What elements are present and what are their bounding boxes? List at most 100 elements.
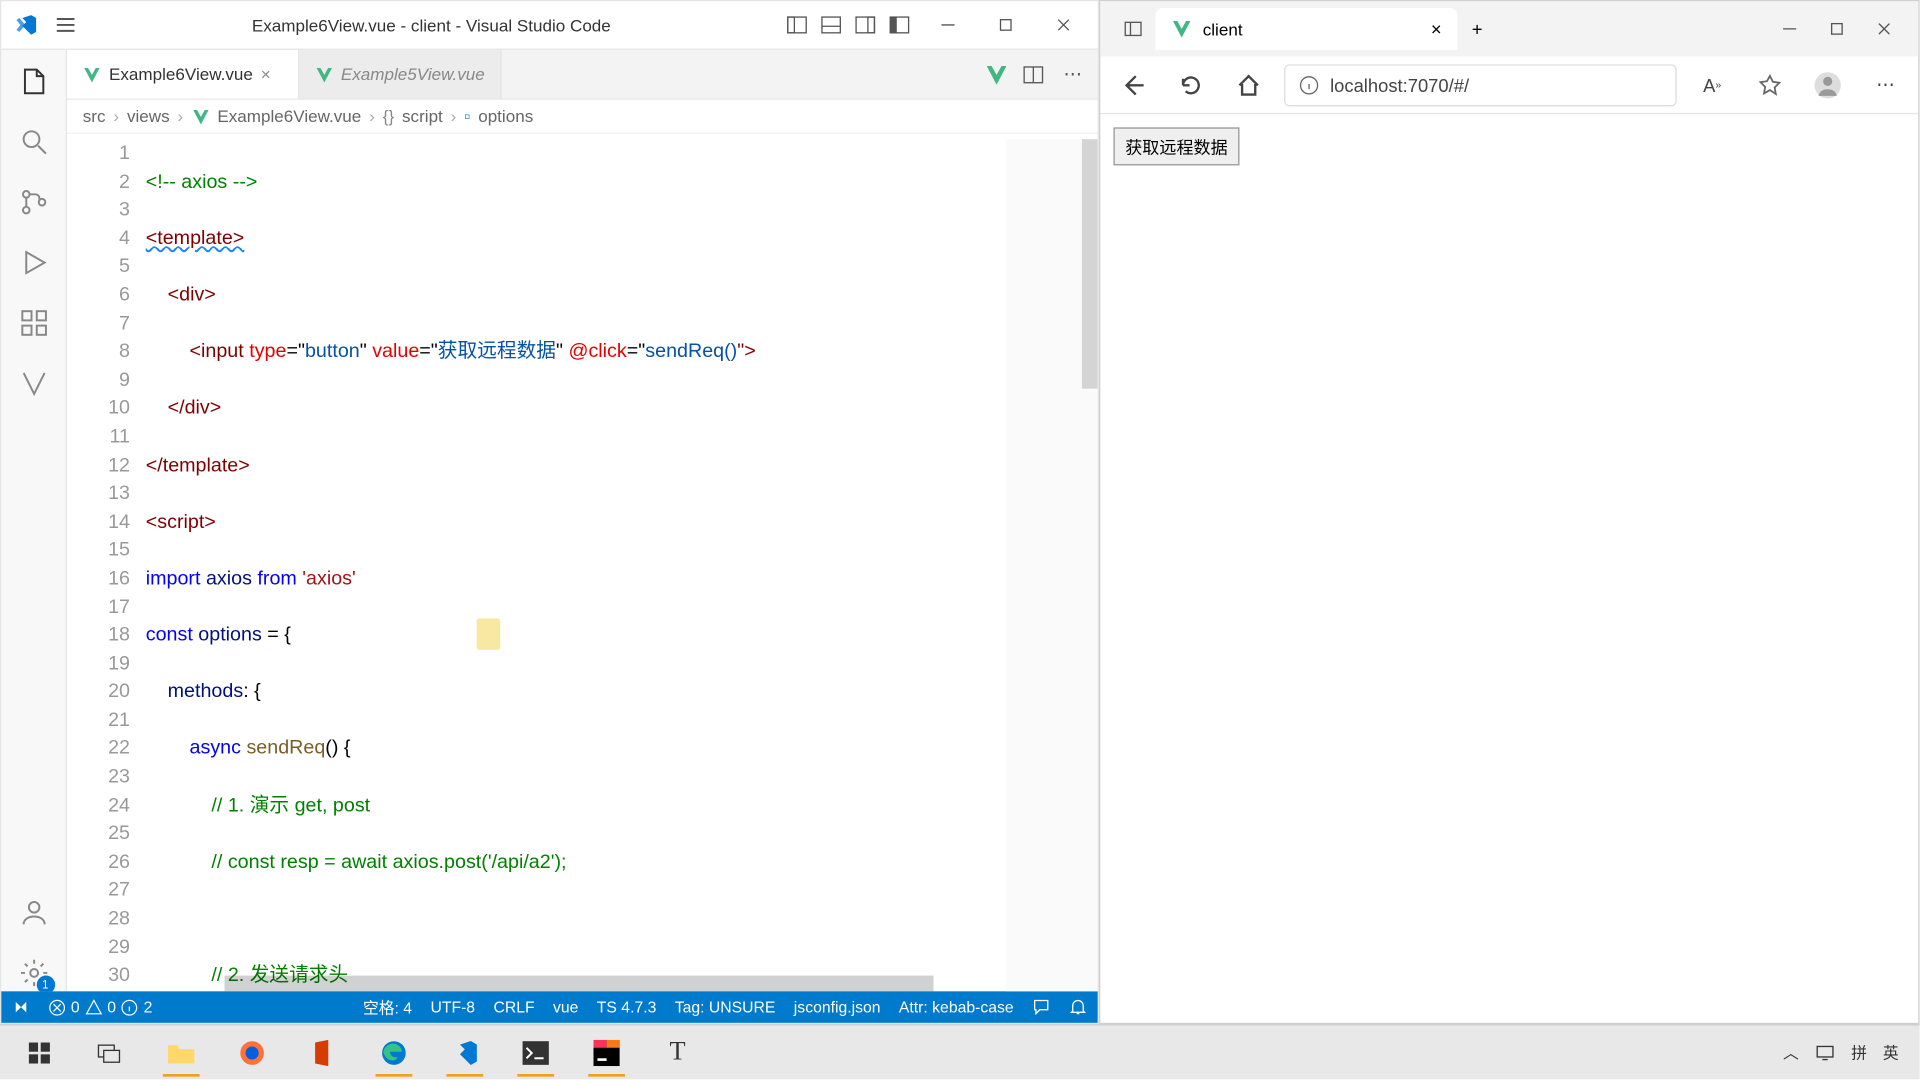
tray-chevron-icon[interactable]: ︿ — [1783, 1041, 1799, 1063]
browser-maximize-button[interactable] — [1813, 11, 1860, 48]
chevron-right-icon: › — [113, 106, 119, 126]
url-text: localhost:7070/#/ — [1330, 74, 1469, 95]
browser-toolbar: localhost:7070/#/ A» ⋯ — [1100, 56, 1918, 114]
text-icon[interactable]: T — [646, 1029, 709, 1076]
firefox-icon[interactable] — [221, 1029, 284, 1076]
more-icon[interactable]: ⋯ — [1863, 62, 1908, 107]
vscode-logo-icon — [12, 11, 41, 40]
source-control-icon[interactable] — [15, 184, 52, 221]
browser-close-button[interactable] — [1861, 11, 1908, 48]
extensions-icon[interactable] — [15, 305, 52, 342]
system-tray[interactable]: ︿ 拼 英 — [1783, 1041, 1912, 1063]
account-icon[interactable] — [15, 894, 52, 931]
tab-label: Example5View.vue — [341, 64, 485, 84]
layout-right-icon[interactable] — [851, 11, 880, 40]
read-aloud-icon[interactable]: A» — [1690, 62, 1735, 107]
code-l6: </template> — [146, 454, 250, 476]
layout-panel-icon[interactable] — [885, 11, 914, 40]
tab-example6[interactable]: Example6View.vue × — [67, 50, 299, 99]
menu-icon[interactable] — [51, 11, 80, 40]
crumb-options[interactable]: options — [478, 106, 533, 126]
tab-close-icon[interactable]: × — [1431, 18, 1442, 39]
favorite-icon[interactable] — [1748, 62, 1793, 107]
tab-close-icon[interactable]: × — [261, 64, 282, 85]
minimap-slider[interactable] — [1082, 139, 1098, 388]
code-l1: <!-- axios --> — [146, 170, 258, 192]
status-attr[interactable]: Attr: kebab-case — [899, 998, 1014, 1016]
status-bar: 0 0 2 空格: 4 UTF-8 CRLF vue TS 4.7.3 Tag:… — [1, 991, 1097, 1023]
edge-icon[interactable] — [362, 1029, 425, 1076]
volar-icon[interactable] — [15, 365, 52, 402]
ime-lang[interactable]: 英 — [1883, 1041, 1899, 1063]
vscode-taskbar-icon[interactable] — [433, 1029, 496, 1076]
crumb-file[interactable]: Example6View.vue — [217, 106, 361, 126]
more-icon[interactable]: ⋯ — [1058, 60, 1087, 89]
new-tab-button[interactable]: + — [1457, 9, 1496, 48]
status-jsconfig[interactable]: jsconfig.json — [794, 998, 881, 1016]
code-content[interactable]: <!-- axios --> <template> <div> <input t… — [146, 134, 1098, 991]
layout-bottom-icon[interactable] — [817, 11, 846, 40]
editor[interactable]: 1234567891011121314151617181920212223242… — [67, 134, 1098, 991]
site-info-icon[interactable] — [1299, 74, 1320, 95]
home-button[interactable] — [1226, 62, 1271, 107]
crumb-script[interactable]: script — [402, 106, 443, 126]
back-button[interactable] — [1111, 62, 1156, 107]
vscode-title: Example6View.vue - client - Visual Studi… — [91, 15, 772, 35]
explorer-icon[interactable] — [15, 63, 52, 100]
browser-window: client × + localhost:7070/#/ A» ⋯ 获取远程数据 — [1099, 0, 1920, 1024]
maximize-button[interactable] — [982, 7, 1029, 44]
tab-label: Example6View.vue — [109, 64, 253, 84]
terminal-icon[interactable] — [504, 1029, 567, 1076]
layout-left-icon[interactable] — [783, 11, 812, 40]
breadcrumb[interactable]: src › views › Example6View.vue › {} scri… — [67, 100, 1098, 134]
split-editor-icon[interactable] — [1019, 60, 1048, 89]
feedback-icon[interactable] — [1032, 998, 1050, 1016]
network-icon[interactable] — [1815, 1043, 1836, 1061]
status-ts[interactable]: TS 4.7.3 — [597, 998, 657, 1016]
problems[interactable]: 0 0 2 — [49, 998, 153, 1016]
profile-icon[interactable] — [1805, 62, 1850, 107]
tab-actions-icon[interactable] — [1111, 7, 1156, 52]
editor-tabs: Example6View.vue × Example5View.vue ⋯ — [67, 50, 1098, 100]
intellij-icon[interactable] — [575, 1029, 638, 1076]
code-l7: <script> — [146, 510, 216, 532]
task-view-icon[interactable] — [79, 1029, 142, 1076]
code-l3: <div> — [168, 284, 216, 306]
ime-indicator[interactable]: 拼 — [1851, 1041, 1867, 1063]
code-l5: </div> — [168, 397, 222, 419]
tab-example5[interactable]: Example5View.vue — [299, 50, 502, 99]
vue-indicator-icon — [985, 62, 1009, 86]
status-eol[interactable]: CRLF — [493, 998, 534, 1016]
bell-icon[interactable] — [1069, 998, 1087, 1016]
office-icon[interactable] — [291, 1029, 354, 1076]
settings-icon[interactable]: 1 — [15, 955, 52, 992]
status-tag[interactable]: Tag: UNSURE — [675, 998, 776, 1016]
refresh-button[interactable] — [1169, 62, 1214, 107]
horizontal-scrollbar[interactable] — [225, 976, 934, 992]
crumb-src[interactable]: src — [83, 106, 106, 126]
start-button[interactable] — [8, 1029, 71, 1076]
browser-content: 获取远程数据 — [1100, 114, 1918, 1023]
browser-tabstrip: client × + — [1100, 1, 1918, 56]
taskbar: T ︿ 拼 英 — [0, 1024, 1920, 1079]
browser-minimize-button[interactable] — [1766, 11, 1813, 48]
status-encoding[interactable]: UTF-8 — [430, 998, 475, 1016]
code-l2: <template> — [146, 227, 245, 249]
minimap[interactable] — [1006, 139, 1098, 991]
status-lang[interactable]: vue — [553, 998, 578, 1016]
minimize-button[interactable] — [924, 7, 971, 44]
crumb-views[interactable]: views — [127, 106, 170, 126]
status-spaces[interactable]: 空格: 4 — [363, 996, 412, 1018]
variable-icon: ▫ — [464, 106, 470, 126]
search-icon[interactable] — [15, 123, 52, 160]
address-bar[interactable]: localhost:7070/#/ — [1284, 64, 1677, 106]
browser-tab[interactable]: client × — [1155, 8, 1457, 50]
remote-icon[interactable] — [12, 998, 30, 1016]
settings-badge: 1 — [36, 976, 54, 992]
debug-icon[interactable] — [15, 244, 52, 281]
file-explorer-icon[interactable] — [150, 1029, 213, 1076]
vscode-window: Example6View.vue - client - Visual Studi… — [0, 0, 1099, 1024]
fetch-remote-button[interactable]: 获取远程数据 — [1113, 127, 1239, 165]
vscode-titlebar: Example6View.vue - client - Visual Studi… — [1, 1, 1097, 50]
close-button[interactable] — [1040, 7, 1087, 44]
